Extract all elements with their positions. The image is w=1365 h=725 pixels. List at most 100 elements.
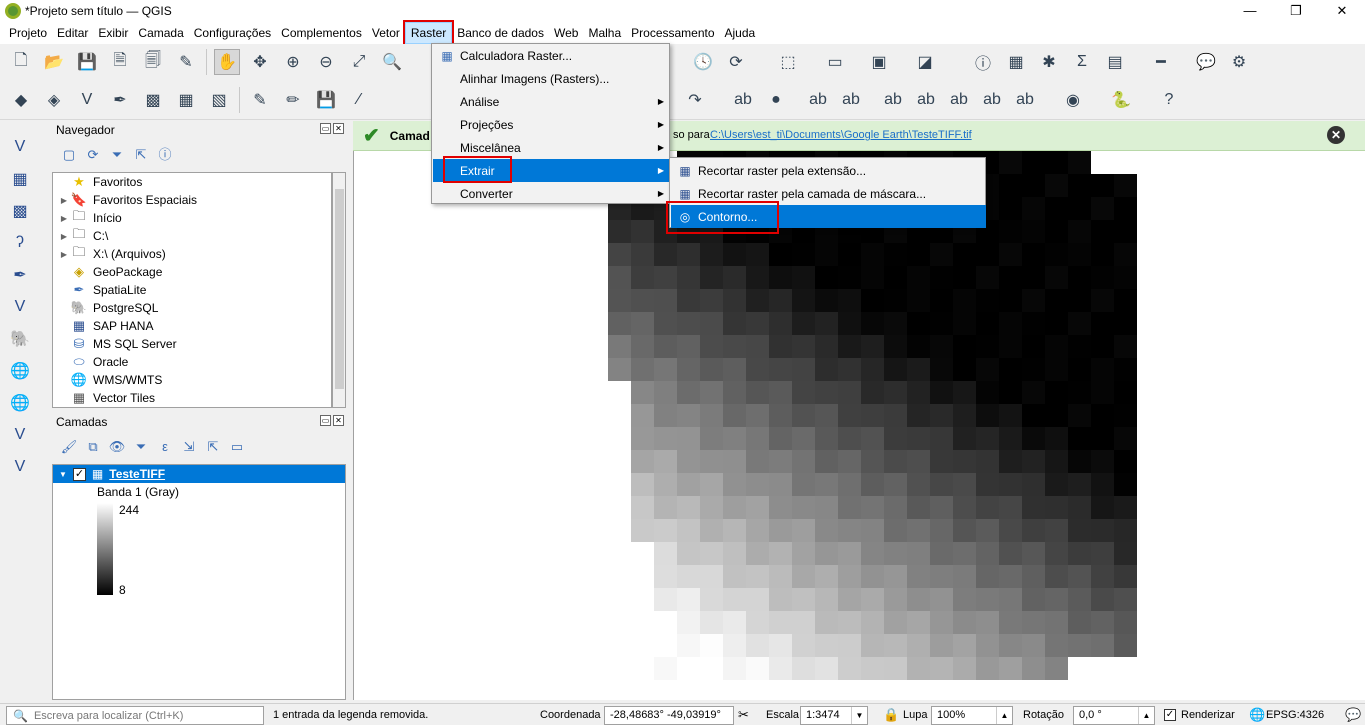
menu-raster[interactable]: Raster	[402, 20, 455, 46]
layer-row-testetiff[interactable]: ▼ ✓ ▦ TesteTIFF	[53, 465, 345, 483]
refresh-icon[interactable]: ⟳	[84, 146, 102, 164]
pan-hand-icon[interactable]: ✋	[214, 49, 240, 75]
menu-banco-de-dados[interactable]: Banco de dados	[452, 23, 549, 43]
new-spatialite-icon[interactable]: V	[7, 294, 33, 320]
visibility-eye-icon[interactable]: 👁	[108, 438, 126, 456]
message-file-link[interactable]: C:\Users\est_ti\Documents\Google Earth\T…	[710, 129, 972, 141]
select-by-value-icon[interactable]: ▭	[822, 49, 848, 75]
remove-layer-icon[interactable]: ▭	[228, 438, 246, 456]
add-group-icon[interactable]: ⧉	[84, 438, 102, 456]
label-red-icon[interactable]: ab	[838, 87, 864, 113]
tree-item-spatialite[interactable]: ✒ SpatiaLite	[53, 281, 147, 299]
menu-web[interactable]: Web	[549, 23, 583, 43]
python-console-icon[interactable]: 🐍	[1108, 87, 1134, 113]
menu-item-calculadora-raster[interactable]: ▦ Calculadora Raster...	[433, 44, 670, 67]
scrollbar-thumb[interactable]	[335, 189, 344, 389]
new-mesh-icon[interactable]: ▩	[7, 198, 33, 224]
add-vector-layer-icon[interactable]: V	[74, 87, 100, 113]
add-vector-tile-icon[interactable]: ▧	[206, 87, 232, 113]
label-highlight-icon[interactable]: ab	[805, 87, 831, 113]
label-rotate-icon[interactable]: ab	[913, 87, 939, 113]
new-temp-layer-icon[interactable]: ʔ	[7, 230, 33, 256]
messages-icon[interactable]: 💬	[1345, 707, 1361, 723]
select-location-icon[interactable]: ◪	[912, 49, 938, 75]
add-raster-layer-icon[interactable]: ▦	[173, 87, 199, 113]
menu-item-recortar-extensao[interactable]: ▦ Recortar raster pela extensão...	[671, 159, 986, 182]
attribute-table-icon[interactable]: ▦	[1003, 49, 1029, 75]
tree-item-sap-hana[interactable]: ▦ SAP HANA	[53, 317, 154, 335]
tree-item-ms-sql-server[interactable]: ⛁ MS SQL Server	[53, 335, 177, 353]
layers-tree[interactable]: ▼ ✓ ▦ TesteTIFF Banda 1 (Gray) 244 8	[52, 464, 346, 700]
menu-vetor[interactable]: Vetor	[367, 23, 405, 43]
tree-item-inicio[interactable]: ▶ 🗀 Início	[53, 208, 122, 227]
spin-arrows-icon[interactable]: ▲	[996, 707, 1012, 724]
minimize-button[interactable]: —	[1227, 0, 1273, 22]
zoom-layer-icon[interactable]: 🔍	[379, 49, 405, 75]
spin-arrows-icon[interactable]: ▲	[1138, 707, 1154, 724]
identify-icon[interactable]: ⓘ	[970, 49, 996, 75]
navigator-tree[interactable]: ★ Favoritos ▶ 🔖 Favoritos Espaciais ▶ 🗀 Iníci…	[52, 172, 332, 408]
wcs-globe-icon[interactable]: 🌐	[7, 390, 33, 416]
label-pin-icon[interactable]: ●	[763, 87, 789, 113]
zoom-full-icon[interactable]: ⤢	[346, 49, 372, 75]
refresh-icon[interactable]: ⟳	[723, 49, 749, 75]
menu-exibir[interactable]: Exibir	[93, 23, 133, 43]
label-show-icon[interactable]: ab	[979, 87, 1005, 113]
tree-item-vector-tiles[interactable]: ▦ Vector Tiles	[53, 389, 155, 407]
add-selected-icon[interactable]: ▢	[60, 146, 78, 164]
wms-globe-icon[interactable]: 🌐	[7, 358, 33, 384]
label-properties-icon[interactable]: ab	[1012, 87, 1038, 113]
filter-legend-icon[interactable]: ⏷	[132, 438, 150, 456]
attribute-calc-icon[interactable]: ▤	[1102, 49, 1128, 75]
sherlock-plugin-icon[interactable]: ◉	[1060, 87, 1086, 113]
menu-ajuda[interactable]: Ajuda	[720, 23, 761, 43]
float-panel-button[interactable]: ▭	[320, 123, 331, 134]
add-delimited-text-icon[interactable]: ✒	[107, 87, 133, 113]
menu-camada[interactable]: Camada	[133, 23, 188, 43]
redo-icon[interactable]: ↷	[682, 87, 708, 113]
wfs-globe-icon[interactable]: V	[7, 422, 33, 448]
tree-item-wms-wmts[interactable]: 🌐 WMS/WMTS	[53, 371, 162, 389]
render-checkbox[interactable]: ✓	[1164, 709, 1176, 721]
collapse-arrow-icon[interactable]: ▼	[59, 470, 67, 479]
rotation-field[interactable]: 0,0 ° ▲	[1073, 706, 1155, 725]
tree-item-oracle[interactable]: ⬭ Oracle	[53, 353, 128, 371]
maximize-button[interactable]: ❐	[1273, 0, 1319, 22]
virtual-layer-icon[interactable]: V	[7, 454, 33, 480]
menu-projeto[interactable]: Projeto	[4, 23, 52, 43]
expand-all-icon[interactable]: ⇲	[180, 438, 198, 456]
zoom-in-icon[interactable]: ⊕	[280, 49, 306, 75]
filter-expression-icon[interactable]: ε	[156, 438, 174, 456]
tree-item-geopackage[interactable]: ◈ GeoPackage	[53, 263, 162, 281]
filter-icon[interactable]: ⏷	[108, 146, 126, 164]
menu-processamento[interactable]: Processamento	[626, 23, 719, 43]
collapse-all-icon[interactable]: ⇱	[132, 146, 150, 164]
search-input[interactable]	[33, 709, 254, 722]
save-edits-icon[interactable]: 💾	[313, 87, 339, 113]
new-project-icon[interactable]: 🗋	[8, 49, 34, 75]
data-source-manager-icon[interactable]: ◆	[8, 87, 34, 113]
close-panel-button[interactable]: ✕	[333, 123, 344, 134]
close-button[interactable]: ✕	[1319, 0, 1365, 22]
new-raster-icon[interactable]: ▦	[7, 166, 33, 192]
crs-label[interactable]: EPSG:4326	[1266, 709, 1324, 721]
edit-pencil-icon[interactable]: ✏	[280, 87, 306, 113]
float-panel-button[interactable]: ▭	[320, 415, 331, 426]
menu-complementos[interactable]: Complementos	[276, 23, 367, 43]
plugin-settings-icon[interactable]: ⚙	[1226, 49, 1252, 75]
postgis-elephant-icon[interactable]: 🐘	[7, 326, 33, 352]
chevron-down-icon[interactable]: ▼	[851, 707, 867, 724]
crs-globe-icon[interactable]: 🌐	[1249, 707, 1265, 723]
save-project-icon[interactable]: 💾	[74, 49, 100, 75]
coordinate-field[interactable]: -28,48683° -49,03919°	[604, 706, 734, 725]
label-move-icon[interactable]: ab	[880, 87, 906, 113]
add-mesh-icon[interactable]: ▩	[140, 87, 166, 113]
statistics-sigma-icon[interactable]: Σ	[1069, 49, 1095, 75]
label-abc-icon[interactable]: ab	[730, 87, 756, 113]
new-csv-icon[interactable]: ✒	[7, 262, 33, 288]
help-icon[interactable]: ?	[1156, 87, 1182, 113]
tree-item-x-drive[interactable]: ▶ 🗀 X:\ (Arquivos)	[53, 244, 166, 263]
zoom-out-icon[interactable]: ⊖	[313, 49, 339, 75]
info-icon[interactable]: ⓘ	[156, 146, 174, 164]
layer-name[interactable]: TesteTIFF	[109, 467, 165, 481]
